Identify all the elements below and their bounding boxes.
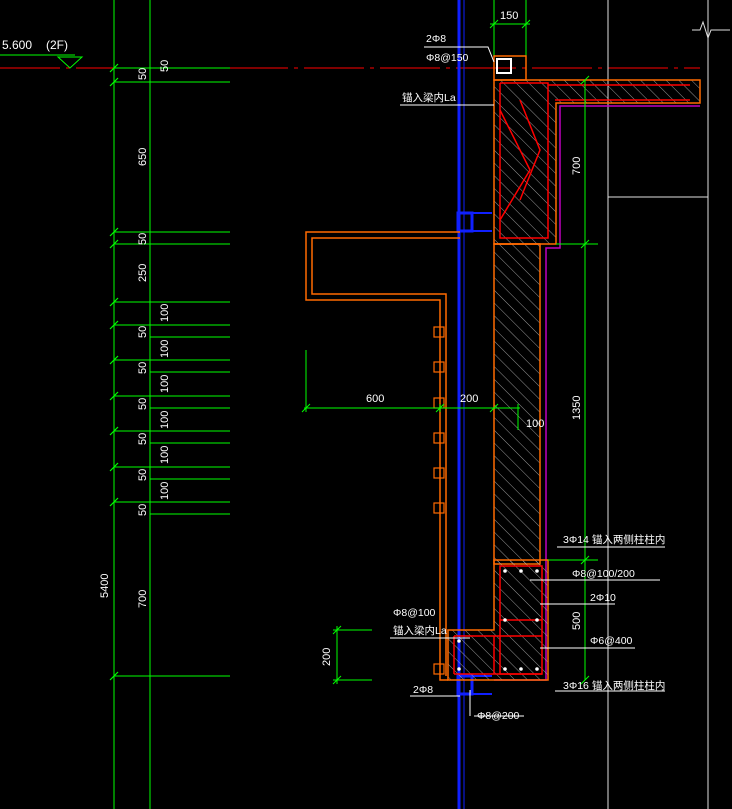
sill-dimension (332, 625, 372, 685)
dim-50-d: 50 (137, 398, 149, 410)
decor-blocks (433, 326, 445, 675)
dim-100-e: 100 (159, 446, 171, 464)
dim-50-e: 50 (137, 433, 149, 445)
dim-50-top: 50 (137, 68, 149, 80)
note-anchor-lower: 锚入梁内La (393, 624, 447, 637)
dimension-labels-outer: 50 50 650 50 250 50 50 50 50 50 50 700 5… (99, 60, 171, 608)
note-tie: Φ6@400 (590, 635, 633, 647)
dim-50-f: 50 (137, 469, 149, 481)
dim-100-d: 100 (159, 411, 171, 429)
dim-100-f: 100 (159, 482, 171, 500)
dim-1350: 1350 (571, 396, 583, 420)
dim-200-sill: 200 (321, 648, 333, 666)
note-top-rebar: 2Φ8 (426, 33, 446, 45)
dim-50-top-inner: 50 (159, 60, 171, 72)
dimension-chain (114, 67, 230, 677)
level-floor: (2F) (46, 38, 68, 52)
dim-250: 250 (137, 264, 149, 282)
upper-beam-and-slab (493, 55, 701, 245)
wall (493, 243, 541, 565)
dim-5400: 5400 (99, 574, 111, 598)
dim-150: 150 (500, 10, 518, 22)
dim-200: 200 (460, 393, 478, 405)
level-elevation: 5.600 (2, 38, 32, 52)
dim-50-b: 50 (137, 326, 149, 338)
dim-500: 500 (571, 612, 583, 630)
note-sill-stirrup: Φ8@100 (393, 607, 436, 619)
dim-50-a: 50 (137, 233, 149, 245)
dim-700-lower: 700 (137, 590, 149, 608)
dim-700-upper: 700 (571, 157, 583, 175)
level-mark: 5.600 (2F) (2, 38, 84, 69)
note-lower-stirrup: Φ8@100/200 (572, 568, 635, 580)
dim-100-b: 100 (159, 340, 171, 358)
dim-600: 600 (366, 393, 384, 405)
note-lower-long-top: 3Φ14 锚入两侧柱柱内 (563, 533, 665, 546)
dim-50-c: 50 (137, 362, 149, 374)
dim-100-a: 100 (159, 304, 171, 322)
canopy-outline (305, 231, 460, 681)
note-bottom-stirrup: Φ8@200 (477, 710, 520, 722)
dim-50-g: 50 (137, 504, 149, 516)
dim-100-c: 100 (159, 375, 171, 393)
dimension-labels-inner: 100 100 100 100 100 100 (159, 304, 171, 500)
cad-section-drawing: 5.600 (2F) 50 50 650 50 250 50 50 50 50 … (0, 0, 730, 809)
dim-100: 100 (526, 418, 544, 430)
dim-650: 650 (137, 148, 149, 166)
note-waist-bar: 2Φ10 (590, 592, 616, 604)
note-lower-long-bottom: 3Φ16 锚入两侧柱柱内 (563, 679, 665, 692)
horizontal-dimensions (301, 350, 520, 430)
note-sill-rebar: 2Φ8 (413, 684, 433, 696)
note-top-stirrup: Φ8@150 (426, 52, 469, 64)
note-anchor-upper: 锚入梁内La (402, 91, 456, 104)
